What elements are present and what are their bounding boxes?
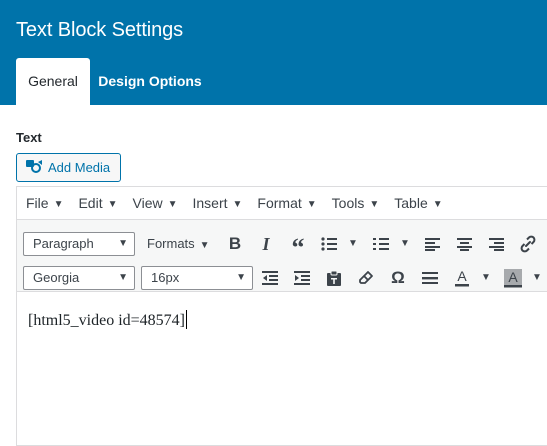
chevron-down-icon: ▼ <box>236 272 246 283</box>
clear-formatting-icon[interactable] <box>353 266 379 290</box>
editor-toolbar: Paragraph ▼ Formats ▼ B I “ ▼ ▼ Georgia … <box>17 219 547 292</box>
bold-icon[interactable]: B <box>222 232 248 256</box>
add-media-label: Add Media <box>48 160 111 175</box>
outdent-icon[interactable] <box>257 266 283 290</box>
font-family-select[interactable]: Georgia ▼ <box>23 266 135 290</box>
blockquote-icon[interactable]: “ <box>285 232 311 261</box>
menu-tools[interactable]: Tools ▼ <box>332 195 380 211</box>
bullet-list-icon[interactable] <box>316 232 342 256</box>
italic-icon[interactable]: I <box>253 232 279 256</box>
chevron-down-icon: ▼ <box>199 240 210 251</box>
formats-dropdown[interactable]: Formats ▼ <box>147 232 210 258</box>
background-color-icon[interactable]: A <box>500 266 526 290</box>
font-size-select[interactable]: 16px ▼ <box>141 266 253 290</box>
paste-text-icon[interactable] <box>321 266 347 290</box>
chevron-down-icon: ▼ <box>118 238 128 249</box>
editor-menubar: File ▼ Edit ▼ View ▼ Insert ▼ Format ▼ Tools ▼… <box>17 187 547 219</box>
menu-format[interactable]: Format ▼ <box>257 195 316 211</box>
panel-title: Text Block Settings <box>16 19 184 41</box>
numbered-list-icon[interactable] <box>368 232 394 256</box>
menu-view[interactable]: View ▼ <box>133 195 178 211</box>
chevron-down-icon: ▼ <box>369 199 380 210</box>
chevron-down-icon: ▼ <box>118 272 128 283</box>
svg-text:A: A <box>508 269 518 285</box>
chevron-down-icon: ▼ <box>107 199 118 210</box>
editor-content[interactable]: [html5_video id=48574] <box>28 310 188 330</box>
chevron-down-icon[interactable]: ▼ <box>481 272 491 283</box>
text-cursor <box>186 310 188 329</box>
media-icon <box>25 158 43 177</box>
special-character-icon[interactable]: Ω <box>385 266 411 290</box>
chevron-down-icon: ▼ <box>53 199 64 210</box>
horizontal-line-icon[interactable] <box>417 266 443 290</box>
menu-edit[interactable]: Edit ▼ <box>78 195 117 211</box>
indent-icon[interactable] <box>289 266 315 290</box>
block-format-select[interactable]: Paragraph ▼ <box>23 232 135 256</box>
tab-general[interactable]: General <box>16 58 90 105</box>
link-icon[interactable] <box>515 232 541 256</box>
svg-text:A: A <box>457 269 467 284</box>
tab-design-options[interactable]: Design Options <box>94 58 206 105</box>
text-color-icon[interactable]: A <box>449 266 475 290</box>
panel-header: Text Block Settings General Design Optio… <box>0 0 547 105</box>
chevron-down-icon[interactable]: ▼ <box>532 272 542 283</box>
text-editor: File ▼ Edit ▼ View ▼ Insert ▼ Format ▼ Tools ▼… <box>16 186 547 446</box>
chevron-down-icon[interactable]: ▼ <box>348 238 358 249</box>
align-center-icon[interactable] <box>451 232 477 256</box>
align-left-icon[interactable] <box>419 232 445 256</box>
chevron-down-icon: ▼ <box>167 199 178 210</box>
chevron-down-icon[interactable]: ▼ <box>400 238 410 249</box>
chevron-down-icon: ▼ <box>232 199 243 210</box>
menu-insert[interactable]: Insert ▼ <box>193 195 243 211</box>
chevron-down-icon: ▼ <box>432 199 443 210</box>
menu-table[interactable]: Table ▼ <box>394 195 442 211</box>
chevron-down-icon: ▼ <box>306 199 317 210</box>
text-field-label: Text <box>16 130 42 145</box>
menu-file[interactable]: File ▼ <box>26 195 63 211</box>
add-media-button[interactable]: Add Media <box>16 153 121 182</box>
align-right-icon[interactable] <box>483 232 509 256</box>
